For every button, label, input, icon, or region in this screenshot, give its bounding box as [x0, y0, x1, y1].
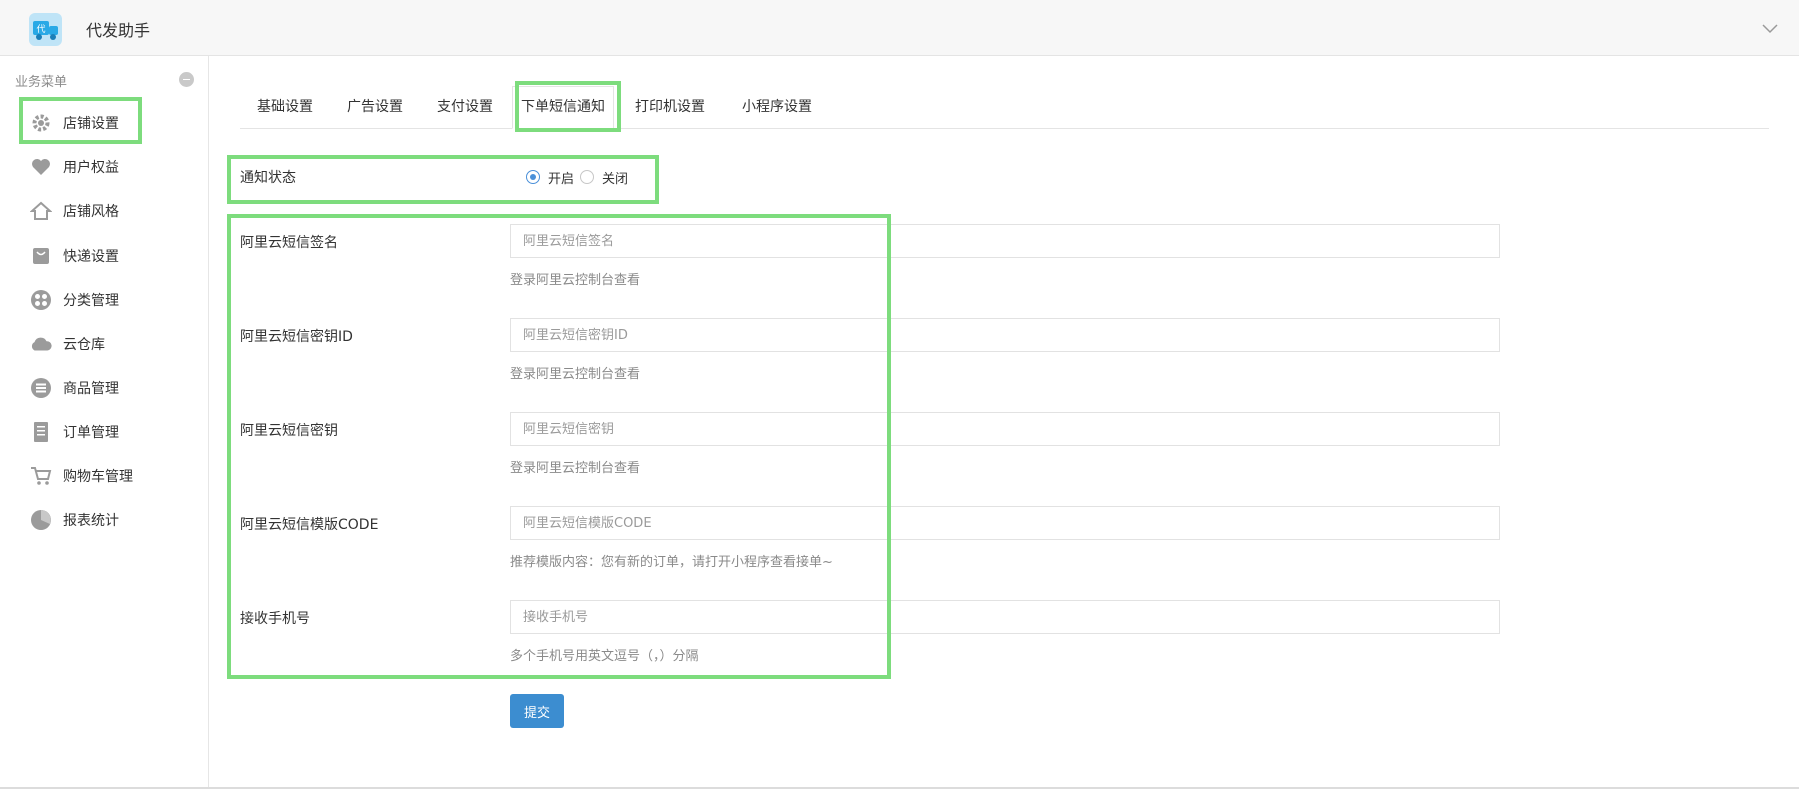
sidebar-item-orders[interactable]: 订单管理: [29, 417, 199, 447]
sidebar-collapse-button[interactable]: [179, 72, 194, 87]
grid-icon: [29, 288, 53, 312]
cart-icon: [29, 464, 53, 488]
field-label-template-code: 阿里云短信模版CODE: [240, 517, 379, 533]
list-icon: [29, 376, 53, 400]
bag-icon: [29, 244, 53, 268]
radio-label: 关闭: [602, 171, 629, 187]
app-logo[interactable]: 代: [29, 13, 62, 46]
notify-off-radio[interactable]: 关闭: [580, 168, 628, 187]
tab-ads[interactable]: 广告设置: [330, 86, 420, 128]
field-help-template-code: 推荐模版内容：您有新的订单，请打开小程序查看接单~: [510, 555, 833, 570]
notify-on-radio[interactable]: 开启: [526, 168, 574, 187]
field-help-key-secret: 登录阿里云控制台查看: [510, 461, 641, 476]
sms-template-code-input[interactable]: [510, 506, 1500, 540]
sidebar-item-reports[interactable]: 报表统计: [29, 505, 199, 535]
tab-miniprogram[interactable]: 小程序设置: [726, 86, 828, 128]
tab-payment[interactable]: 支付设置: [420, 86, 510, 128]
sidebar-title: 业务菜单: [15, 75, 68, 90]
sidebar-item-label: 云仓库: [63, 337, 105, 353]
sidebar-item-shop-settings[interactable]: 店铺设置: [29, 108, 199, 138]
notify-status-radios: 开启 关闭: [526, 166, 634, 188]
pie-chart-icon: [29, 508, 53, 532]
field-help-key-id: 登录阿里云控制台查看: [510, 367, 641, 382]
radio-label: 开启: [548, 171, 575, 187]
sms-key-id-input[interactable]: [510, 318, 1500, 352]
field-label-phone: 接收手机号: [240, 611, 310, 627]
cloud-icon: [29, 332, 53, 356]
chevron-down-icon[interactable]: [1760, 18, 1780, 42]
field-label-sign: 阿里云短信签名: [240, 235, 338, 251]
logo-text: 代: [36, 24, 45, 35]
sidebar-item-label: 订单管理: [63, 425, 119, 441]
tab-basic[interactable]: 基础设置: [240, 86, 330, 128]
tab-order-sms[interactable]: 下单短信通知: [512, 86, 614, 129]
sms-sign-input[interactable]: [510, 224, 1500, 258]
field-label-key-secret: 阿里云短信密钥: [240, 423, 338, 439]
sidebar-item-label: 商品管理: [63, 381, 119, 397]
sidebar-item-label: 店铺风格: [63, 204, 119, 220]
sidebar-item-products[interactable]: 商品管理: [29, 373, 199, 403]
notify-status-label: 通知状态: [240, 170, 296, 186]
truck-icon: 代: [33, 21, 58, 40]
field-help-sign: 登录阿里云控制台查看: [510, 273, 641, 288]
sms-key-secret-input[interactable]: [510, 412, 1500, 446]
sidebar-item-express[interactable]: 快递设置: [29, 241, 199, 271]
sidebar-item-shop-style[interactable]: 店铺风格: [29, 196, 199, 226]
sidebar-item-label: 店铺设置: [63, 116, 119, 132]
tab-printer[interactable]: 打印机设置: [624, 86, 716, 128]
sidebar-item-category[interactable]: 分类管理: [29, 285, 199, 315]
document-icon: [29, 420, 53, 444]
gear-icon: [29, 111, 53, 135]
sidebar-item-label: 分类管理: [63, 293, 119, 309]
radio-unchecked-icon: [580, 170, 595, 184]
app-title: 代发助手: [86, 21, 151, 40]
heart-icon: [29, 155, 53, 179]
receive-phone-input[interactable]: [510, 600, 1500, 634]
sidebar-item-label: 购物车管理: [63, 469, 133, 485]
top-bar: 代 代发助手: [0, 0, 1799, 56]
field-help-phone: 多个手机号用英文逗号（，）分隔: [510, 649, 699, 664]
submit-button[interactable]: 提交: [510, 694, 564, 728]
home-icon: [29, 199, 53, 223]
settings-tabs: 基础设置 广告设置 支付设置 下单短信通知 打印机设置 小程序设置: [240, 86, 1769, 129]
radio-checked-icon: [526, 170, 540, 184]
field-label-key-id: 阿里云短信密钥ID: [240, 329, 353, 345]
sidebar-item-user-rights[interactable]: 用户权益: [29, 152, 199, 182]
sidebar-item-label: 用户权益: [63, 160, 119, 176]
sidebar-item-label: 报表统计: [63, 513, 119, 529]
sidebar-item-label: 快递设置: [63, 249, 119, 265]
sidebar-item-cloud-warehouse[interactable]: 云仓库: [29, 329, 199, 359]
sidebar-item-cart[interactable]: 购物车管理: [29, 461, 199, 491]
